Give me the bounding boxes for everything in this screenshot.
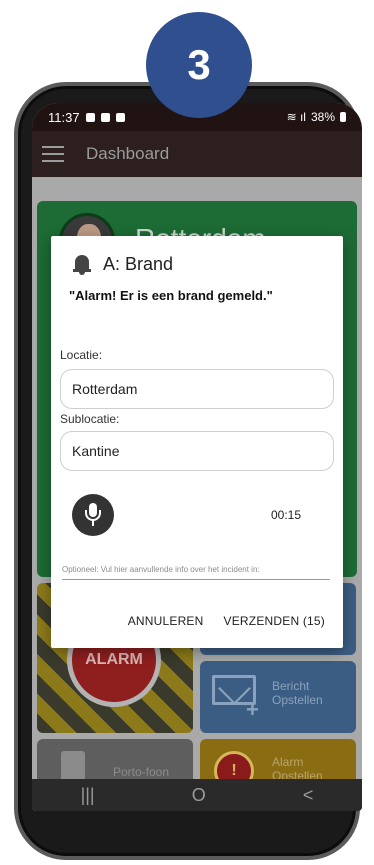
app-bar: Dashboard xyxy=(32,131,362,177)
bell-icon xyxy=(73,254,91,275)
sublocation-label: Sublocatie: xyxy=(60,412,120,426)
dialog-header: A: Brand xyxy=(73,254,173,275)
back-button[interactable]: < xyxy=(303,785,314,806)
bell-icon xyxy=(115,112,125,122)
location-value: Rotterdam xyxy=(72,381,138,397)
alarm-dialog: A: Brand "Alarm! Er is een brand gemeld.… xyxy=(51,236,343,648)
menu-icon[interactable] xyxy=(42,146,64,162)
recording-timer: 00:15 xyxy=(271,508,302,522)
message-tile[interactable]: + Bericht Opstellen xyxy=(200,661,356,733)
plus-icon: + xyxy=(246,697,259,722)
location-label: Locatie: xyxy=(60,348,103,362)
microphone-icon xyxy=(85,503,101,527)
message-tile-label: Bericht Opstellen xyxy=(272,679,323,707)
dialog-actions: ANNULEREN VERZENDEN (15) xyxy=(128,614,325,628)
location-field[interactable]: Rotterdam xyxy=(60,369,334,409)
dialog-title: A: Brand xyxy=(103,254,174,274)
sublocation-field[interactable]: Kantine xyxy=(60,431,334,471)
step-number-badge: 3 xyxy=(146,12,252,118)
extra-info-input[interactable] xyxy=(62,560,330,580)
wifi-signal-icon: ≋ ıl xyxy=(286,110,306,124)
home-button[interactable]: O xyxy=(192,785,206,806)
page-title: Dashboard xyxy=(86,144,170,163)
battery-icon xyxy=(340,112,346,122)
radio-tile-label: Porto-foon xyxy=(113,765,170,779)
cancel-button[interactable]: ANNULEREN xyxy=(128,614,204,628)
alarm-message: "Alarm! Er is een brand gemeld." xyxy=(69,288,273,303)
status-time: 11:37 xyxy=(48,109,80,125)
shield-icon xyxy=(85,112,95,122)
sublocation-value: Kantine xyxy=(72,443,120,459)
battery-level: 38% xyxy=(310,110,335,124)
recent-apps-button[interactable]: ||| xyxy=(81,785,95,806)
send-button[interactable]: VERZENDEN (15) xyxy=(224,614,325,628)
image-icon xyxy=(100,112,110,122)
record-audio-button[interactable] xyxy=(72,494,114,536)
navigation-bar: ||| O < xyxy=(32,779,362,811)
alarm-label: ALARM xyxy=(85,651,143,668)
